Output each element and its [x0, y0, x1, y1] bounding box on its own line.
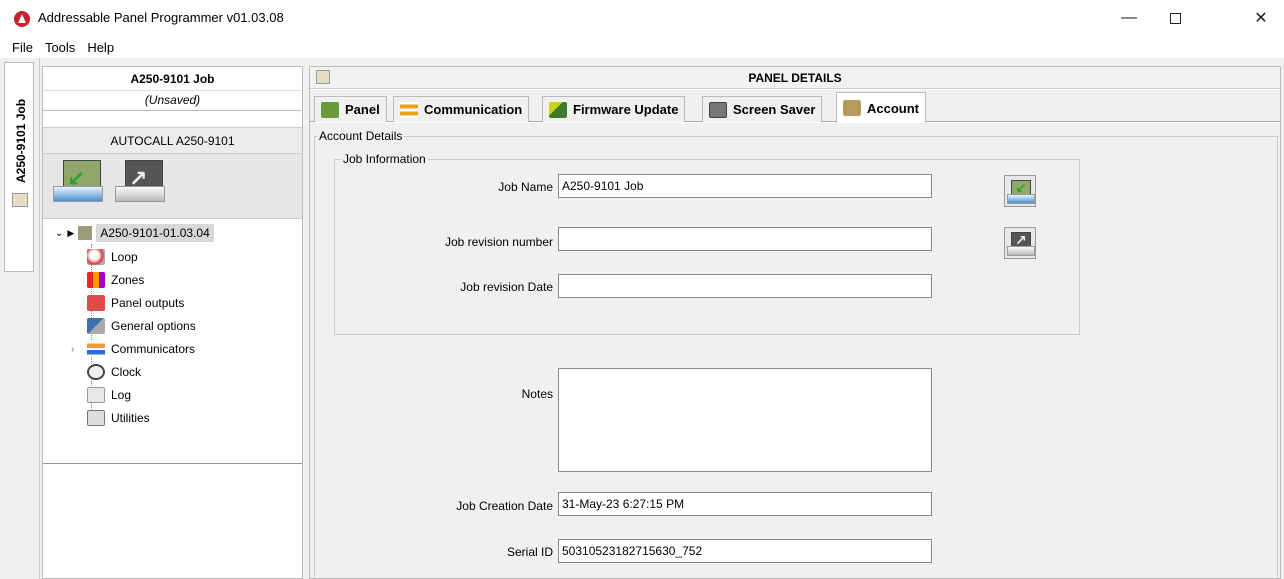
app-logo-icon: [14, 11, 30, 27]
panel-icon: [316, 70, 330, 84]
device-box: AUTOCALL A250-9101 ↙ ↗: [43, 127, 302, 219]
tree-item-log[interactable]: Log: [87, 384, 131, 406]
job-creation-date-label: Job Creation Date: [456, 499, 553, 513]
panel-outputs-icon: [87, 295, 105, 311]
job-name-field[interactable]: [558, 174, 932, 198]
job-creation-date-field[interactable]: [558, 492, 932, 516]
tab-communication[interactable]: Communication: [393, 96, 530, 122]
tree-item-clock[interactable]: Clock: [87, 361, 141, 383]
tab-panel[interactable]: Panel: [314, 96, 387, 122]
loop-icon: [87, 249, 105, 265]
maximize-icon: [1169, 12, 1181, 24]
dark-arrow-icon: ↗: [1015, 232, 1027, 248]
firmware-icon: [549, 101, 567, 118]
tab-account[interactable]: Account: [836, 92, 926, 123]
briefcase-icon: [87, 410, 105, 426]
serial-id-label: Serial ID: [506, 545, 553, 559]
panel-details-title: PANEL DETAILS: [310, 67, 1280, 89]
job-panel: A250-9101 Job (Unsaved) AUTOCALL A250-91…: [42, 66, 303, 579]
tree-item-zones[interactable]: Zones: [87, 269, 144, 291]
job-vertical-tab-label: A250-9101 Job: [14, 98, 28, 183]
panel-board-icon: [321, 101, 339, 118]
tree-item-loop[interactable]: Loop: [87, 246, 138, 268]
job-title: A250-9101 Job: [43, 67, 302, 91]
job-information-label: Job Information: [341, 152, 428, 166]
panel-icon: [12, 193, 28, 207]
chevron-down-icon[interactable]: ⌄: [55, 228, 63, 239]
tree-root[interactable]: ⌄ ▶ A250-9101-01.03.04: [55, 222, 214, 244]
notes-textarea[interactable]: [558, 368, 932, 472]
account-content: Account Details Job Information Job Name…: [310, 123, 1280, 578]
device-title: AUTOCALL A250-9101: [43, 128, 302, 154]
tree-item-communicators[interactable]: › Communicators: [71, 338, 195, 360]
job-status: (Unsaved): [43, 91, 302, 111]
panel-icon: [78, 226, 93, 240]
menu-tools[interactable]: Tools: [45, 40, 75, 55]
download-job-button[interactable]: ↙: [1004, 175, 1036, 207]
panel-details: PANEL DETAILS Panel Communication Firmwa…: [309, 66, 1281, 579]
dark-arrow-icon: ↗: [129, 166, 148, 191]
tab-screen-saver[interactable]: Screen Saver: [702, 96, 823, 122]
download-to-panel-button[interactable]: ↙: [53, 160, 103, 204]
transfer-arrows-icon: [400, 101, 418, 118]
menu-bar: File Tools Help: [0, 36, 1284, 58]
job-vertical-tab[interactable]: A250-9101 Job: [4, 62, 34, 272]
chevron-right-icon[interactable]: ›: [71, 344, 74, 355]
log-icon: [87, 387, 105, 403]
tree-item-utilities[interactable]: Utilities: [87, 407, 150, 429]
job-name-label: Job Name: [498, 180, 553, 194]
clock-icon: [87, 364, 105, 380]
keyboard-icon: [709, 101, 727, 118]
menu-file[interactable]: File: [12, 40, 33, 55]
title-bar: Addressable Panel Programmer v01.03.08 —…: [0, 0, 1284, 36]
serial-id-field[interactable]: [558, 539, 932, 563]
upload-job-button[interactable]: ↗: [1004, 227, 1036, 259]
job-revision-date-label: Job revision Date: [460, 280, 553, 294]
job-revision-number-label: Job revision number: [444, 235, 553, 249]
tab-firmware-update[interactable]: Firmware Update: [542, 96, 686, 122]
vertical-tab-strip: A250-9101 Job: [0, 58, 40, 579]
window-title: Addressable Panel Programmer v01.03.08: [38, 10, 284, 25]
green-arrow-icon: ↙: [67, 166, 86, 191]
tree-item-panel-outputs[interactable]: Panel outputs: [87, 292, 184, 314]
tab-bar: Panel Communication Firmware Update Scre…: [310, 90, 1280, 123]
close-button[interactable]: ✕: [1238, 0, 1284, 36]
play-icon: ▶: [67, 227, 75, 238]
upload-from-panel-button[interactable]: ↗: [115, 160, 165, 204]
job-revision-number-field[interactable]: [558, 227, 932, 251]
panel-tree: ⌄ ▶ A250-9101-01.03.04 Loop Zones Panel …: [43, 220, 302, 464]
tree-item-general-options[interactable]: General options: [87, 315, 196, 337]
notes-label: Notes: [521, 387, 553, 401]
tools-icon: [87, 318, 105, 334]
tree-root-label: A250-9101-01.03.04: [96, 224, 214, 242]
communicators-icon: [87, 341, 105, 357]
green-arrow-icon: ↙: [1015, 180, 1027, 196]
menu-help[interactable]: Help: [87, 40, 114, 55]
account-icon: [843, 100, 861, 116]
job-revision-date-field[interactable]: [558, 274, 932, 298]
maximize-button[interactable]: [1152, 0, 1198, 36]
minimize-button[interactable]: —: [1106, 0, 1152, 36]
zones-icon: [87, 272, 105, 288]
account-details-label: Account Details: [317, 129, 405, 143]
